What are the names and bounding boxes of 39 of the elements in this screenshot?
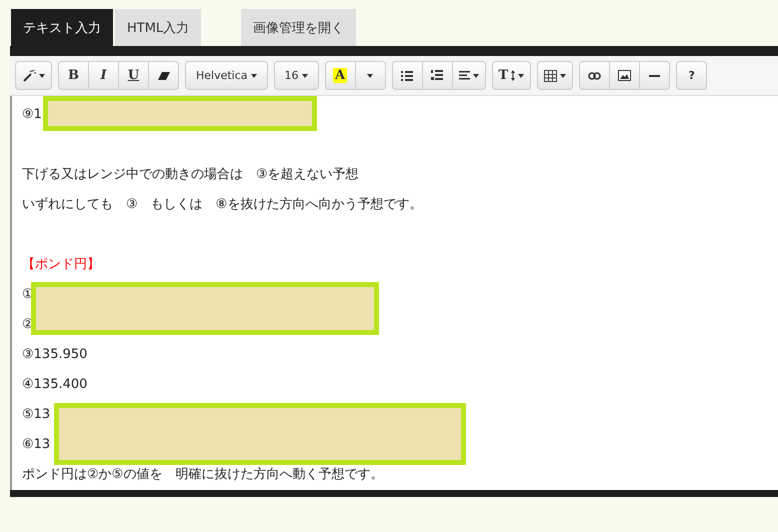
text-line: ⑤13: [22, 407, 50, 422]
font-size-dropdown[interactable]: 16: [274, 61, 319, 90]
table-icon: [544, 70, 558, 82]
image-icon: [618, 70, 632, 81]
magic-button[interactable]: [15, 61, 52, 90]
text-line: ③135.950: [22, 347, 88, 362]
align-dropdown[interactable]: [452, 61, 486, 90]
bold-button[interactable]: B: [58, 61, 89, 90]
tab[interactable]: HTML入力: [115, 9, 202, 46]
image-button[interactable]: [609, 61, 640, 90]
magic-wand-icon: [22, 68, 36, 82]
text-line: ⑥13: [22, 437, 50, 452]
text-line: 下げる又はレンジ中での動きの場合は ③を超えない予想: [22, 167, 359, 182]
tab[interactable]: テキスト入力: [11, 9, 113, 46]
numbered-list-icon: [431, 70, 444, 81]
italic-button[interactable]: I: [88, 61, 119, 90]
open-image-manager-button[interactable]: 画像管理を開く: [241, 9, 356, 46]
numbered-list-button[interactable]: [422, 61, 453, 90]
link-icon: [588, 72, 602, 80]
clear-format-button[interactable]: [148, 61, 179, 90]
table-dropdown[interactable]: [537, 61, 574, 90]
link-button[interactable]: [579, 61, 610, 90]
line-height-dropdown[interactable]: T: [492, 61, 532, 90]
text-line: ④135.400: [22, 377, 88, 392]
text-color-button[interactable]: A: [324, 61, 356, 90]
color-dropdown-button[interactable]: [354, 61, 386, 90]
section-heading: 【ポンド円】: [22, 257, 100, 272]
eraser-icon: [158, 70, 170, 80]
font-dropdown[interactable]: Helvetica: [185, 61, 268, 90]
text-line: いずれにしても ③ もしくは ⑧を抜けた方向へ向かう予想です。: [22, 197, 422, 212]
bulleted-list-button[interactable]: [392, 61, 423, 90]
align-icon: [458, 71, 470, 80]
text-line: ⑨1: [22, 107, 42, 122]
help-button[interactable]: ?: [676, 61, 708, 90]
bulleted-list-icon: [401, 70, 414, 80]
horizontal-rule-button[interactable]: [639, 61, 670, 90]
underline-button[interactable]: U: [118, 61, 149, 90]
text-line: ポンド円は②か⑤の値を 明確に抜けた方向へ動く予想です。: [22, 467, 384, 482]
up-down-arrow-icon: [511, 70, 516, 81]
